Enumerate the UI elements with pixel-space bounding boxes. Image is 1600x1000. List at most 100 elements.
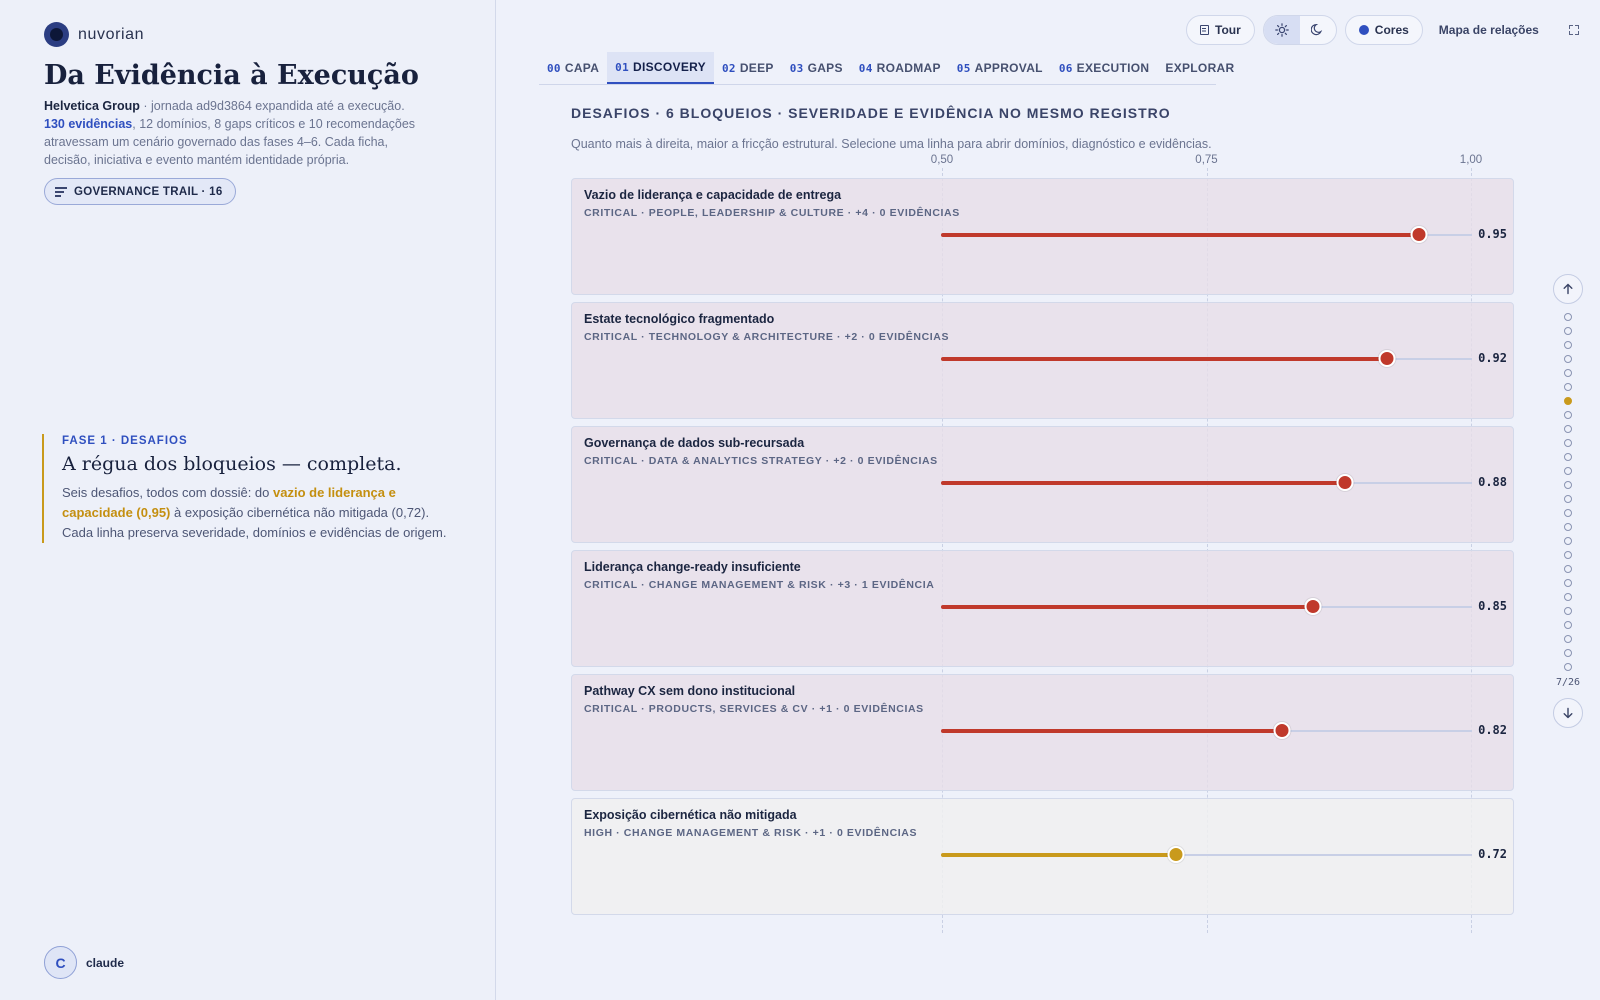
challenge-title: Estate tecnológico fragmentado bbox=[584, 312, 775, 326]
tab-discovery[interactable]: 01 DISCOVERY bbox=[607, 52, 714, 84]
challenge-title: Vazio de liderança e capacidade de entre… bbox=[584, 188, 842, 202]
slide-dot[interactable] bbox=[1564, 621, 1572, 629]
company-name: Helvetica Group bbox=[44, 99, 140, 113]
slide-dot[interactable] bbox=[1564, 663, 1572, 671]
slide-dot[interactable] bbox=[1564, 509, 1572, 517]
tab-deep[interactable]: 02 DEEP bbox=[714, 52, 782, 84]
tab-label: CAPA bbox=[564, 61, 600, 75]
challenge-title: Pathway CX sem dono institucional bbox=[584, 684, 796, 698]
slide-dot[interactable] bbox=[1564, 649, 1572, 657]
slide-dot[interactable] bbox=[1564, 593, 1572, 601]
axis-tick-label: 0,50 bbox=[930, 154, 954, 166]
user-profile[interactable]: C claude bbox=[44, 946, 124, 979]
slide-dot[interactable] bbox=[1564, 537, 1572, 545]
next-slide-button[interactable] bbox=[1553, 698, 1583, 728]
tab-capa[interactable]: 00 CAPA bbox=[539, 52, 607, 84]
phase-body-pre: Seis desafios, todos com dossiê: do bbox=[62, 485, 274, 500]
severity-bar bbox=[941, 481, 1346, 485]
slide-dot[interactable] bbox=[1564, 397, 1572, 405]
severity-track bbox=[941, 722, 1472, 739]
challenge-meta: CRITICAL · TECHNOLOGY & ARCHITECTURE · +… bbox=[584, 331, 950, 343]
previous-slide-button[interactable] bbox=[1553, 274, 1583, 304]
slide-dot[interactable] bbox=[1564, 313, 1572, 321]
tab-number: 06 bbox=[1058, 61, 1073, 75]
relations-map-link[interactable]: Mapa de relações bbox=[1431, 23, 1547, 37]
slide-dot[interactable] bbox=[1564, 635, 1572, 643]
slide-dot[interactable] bbox=[1564, 495, 1572, 503]
severity-track bbox=[941, 474, 1472, 491]
challenge-row[interactable]: Estate tecnológico fragmentado CRITICAL ·… bbox=[571, 302, 1514, 419]
light-theme-button[interactable] bbox=[1263, 15, 1300, 44]
phase-body: Seis desafios, todos com dossiê: do vazi… bbox=[62, 483, 452, 543]
colors-button[interactable]: Cores bbox=[1344, 14, 1423, 45]
tab-number: 00 bbox=[547, 61, 561, 75]
brand-logo-icon bbox=[44, 22, 69, 47]
tab-roadmap[interactable]: 04 ROADMAP bbox=[851, 52, 949, 84]
severity-score: 0.85 bbox=[1478, 599, 1507, 613]
phase-title: A régua dos bloqueios — completa. bbox=[62, 453, 402, 475]
slide-dot[interactable] bbox=[1564, 579, 1572, 587]
severity-bar bbox=[941, 357, 1388, 361]
challenge-row[interactable]: Pathway CX sem dono institucional CRITICA… bbox=[571, 674, 1514, 791]
challenge-row[interactable]: Governança de dados sub-recursada CRITICA… bbox=[571, 426, 1514, 543]
challenge-row[interactable]: Vazio de liderança e capacidade de entre… bbox=[571, 178, 1514, 295]
tab-label: APPROVAL bbox=[974, 61, 1043, 75]
severity-bar bbox=[941, 605, 1314, 609]
fullscreen-icon[interactable] bbox=[1568, 24, 1579, 35]
moon-icon bbox=[1311, 23, 1323, 36]
severity-track bbox=[941, 226, 1472, 243]
severity-score: 0.88 bbox=[1478, 475, 1507, 489]
challenge-meta: HIGH · CHANGE MANAGEMENT & RISK · +1 · 0… bbox=[584, 827, 918, 839]
slide-dot[interactable] bbox=[1564, 481, 1572, 489]
severity-score: 0.92 bbox=[1478, 351, 1507, 365]
challenge-title: Liderança change-ready insuficiente bbox=[584, 560, 801, 574]
tab-number: 05 bbox=[956, 61, 971, 75]
brand[interactable]: nuvorian bbox=[44, 22, 144, 47]
tab-execution[interactable]: 06 EXECUTION bbox=[1051, 52, 1158, 84]
slide-dot[interactable] bbox=[1564, 383, 1572, 391]
tab-number: 02 bbox=[721, 61, 736, 75]
tab-number: 01 bbox=[615, 60, 630, 74]
top-toolbar: Tour Cores Mapa de relações bbox=[1186, 14, 1579, 45]
tab-gaps[interactable]: 03 GAPS bbox=[782, 52, 851, 84]
tour-button[interactable]: Tour bbox=[1186, 14, 1255, 45]
dark-theme-button[interactable] bbox=[1300, 16, 1336, 44]
tab-explorar[interactable]: EXPLORAR bbox=[1157, 52, 1242, 84]
tab-number: 03 bbox=[789, 61, 804, 75]
book-icon bbox=[1200, 24, 1209, 35]
sun-icon bbox=[1274, 22, 1289, 37]
slide-dot[interactable] bbox=[1564, 607, 1572, 615]
slide-dot[interactable] bbox=[1564, 467, 1572, 475]
brand-name: nuvorian bbox=[78, 25, 145, 43]
challenge-meta: CRITICAL · DATA & ANALYTICS STRATEGY · +… bbox=[584, 455, 938, 467]
slide-dot[interactable] bbox=[1564, 341, 1572, 349]
tab-label: EXPLORAR bbox=[1165, 61, 1235, 75]
challenge-meta: CRITICAL · PEOPLE, LEADERSHIP & CULTURE … bbox=[584, 207, 960, 219]
slide-dot[interactable] bbox=[1564, 439, 1572, 447]
slide-dot[interactable] bbox=[1564, 551, 1572, 559]
slide-dot[interactable] bbox=[1564, 355, 1572, 363]
theme-toggle bbox=[1262, 14, 1337, 45]
severity-score: 0.95 bbox=[1478, 227, 1507, 241]
slide-dot[interactable] bbox=[1564, 369, 1572, 377]
slide-dot[interactable] bbox=[1564, 565, 1572, 573]
governance-trail-label: GOVERNANCE TRAIL · 16 bbox=[74, 185, 223, 198]
governance-trail-button[interactable]: GOVERNANCE TRAIL · 16 bbox=[44, 178, 236, 205]
slide-dot[interactable] bbox=[1564, 523, 1572, 531]
challenge-meta: CRITICAL · CHANGE MANAGEMENT & RISK · +3… bbox=[584, 579, 935, 591]
severity-marker bbox=[1378, 350, 1396, 367]
challenge-meta: CRITICAL · PRODUCTS, SERVICES & CV · +1 … bbox=[584, 703, 924, 715]
challenge-row[interactable]: Exposição cibernética não mitigada HIGH ·… bbox=[571, 798, 1514, 915]
slide-dot[interactable] bbox=[1564, 425, 1572, 433]
arrow-up-icon bbox=[1563, 283, 1573, 295]
slide-dot[interactable] bbox=[1564, 453, 1572, 461]
challenge-row[interactable]: Liderança change-ready insuficiente CRITI… bbox=[571, 550, 1514, 667]
color-dot-icon bbox=[1358, 24, 1369, 35]
page-title: Da Evidência à Execução bbox=[44, 60, 419, 91]
slide-counter: 7/26 bbox=[1555, 677, 1581, 688]
severity-marker bbox=[1167, 846, 1185, 863]
slide-dot[interactable] bbox=[1564, 327, 1572, 335]
slide-dot[interactable] bbox=[1564, 411, 1572, 419]
severity-bar bbox=[941, 729, 1282, 733]
tab-approval[interactable]: 05 APPROVAL bbox=[949, 52, 1051, 84]
